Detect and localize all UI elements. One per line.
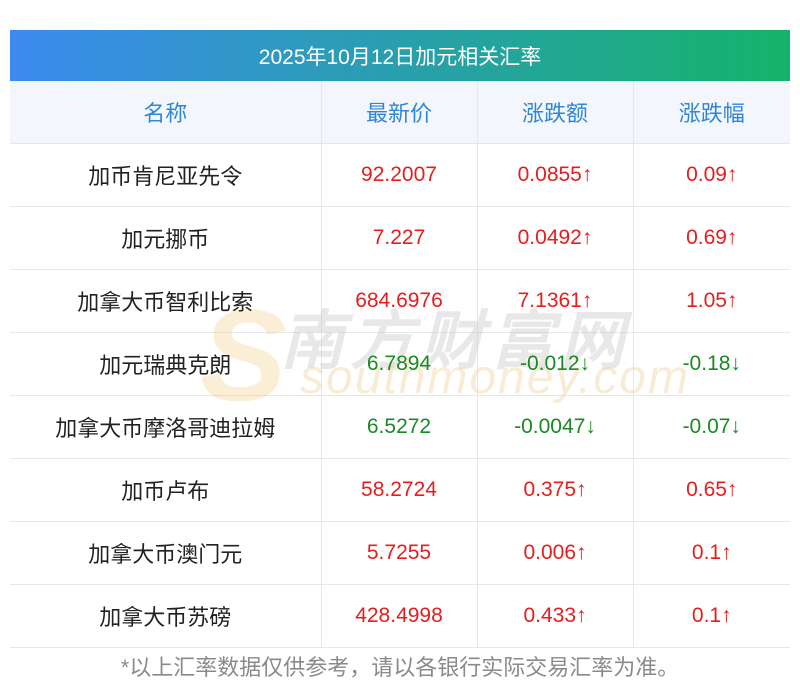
price-change: 0.006↑	[477, 521, 634, 585]
latest-price: 7.227	[321, 206, 478, 270]
price-change-pct: 0.1↑	[633, 521, 790, 585]
table-row: 加币肯尼亚先令 92.2007 0.0855↑ 0.09↑	[10, 143, 790, 207]
price-change: 0.375↑	[477, 458, 634, 522]
table-title: 2025年10月12日加元相关汇率	[10, 30, 790, 81]
disclaimer-footnote: *以上汇率数据仅供参考，请以各银行实际交易汇率为准。	[120, 655, 680, 680]
price-change-pct: 0.69↑	[633, 206, 790, 270]
table-row: 加拿大币摩洛哥迪拉姆 6.5272 -0.0047↓ -0.07↓	[10, 395, 790, 459]
currency-name: 加元挪币	[10, 206, 322, 270]
latest-price: 58.2724	[321, 458, 478, 522]
price-change-pct: 0.1↑	[633, 584, 790, 648]
latest-price: 684.6976	[321, 269, 478, 333]
price-change: 0.433↑	[477, 584, 634, 648]
price-change: 0.0855↑	[477, 143, 634, 207]
currency-name: 加拿大币智利比索	[10, 269, 322, 333]
price-change: -0.012↓	[477, 332, 634, 396]
price-change: -0.0047↓	[477, 395, 634, 459]
latest-price: 6.5272	[321, 395, 478, 459]
currency-name: 加币肯尼亚先令	[10, 143, 322, 207]
price-change-pct: -0.18↓	[633, 332, 790, 396]
price-change: 7.1361↑	[477, 269, 634, 333]
rate-table: 名称 最新价 涨跌额 涨跌幅 加币肯尼亚先令 92.2007 0.0855↑ 0…	[10, 81, 790, 648]
latest-price: 92.2007	[321, 143, 478, 207]
column-header-name: 名称	[10, 81, 322, 144]
latest-price: 5.7255	[321, 521, 478, 585]
currency-name: 加拿大币摩洛哥迪拉姆	[10, 395, 322, 459]
table-row: 加拿大币智利比索 684.6976 7.1361↑ 1.05↑	[10, 269, 790, 333]
currency-name: 加拿大币澳门元	[10, 521, 322, 585]
table-row: 加元挪币 7.227 0.0492↑ 0.69↑	[10, 206, 790, 270]
price-change: 0.0492↑	[477, 206, 634, 270]
price-change-pct: 0.65↑	[633, 458, 790, 522]
table-row: 加拿大币澳门元 5.7255 0.006↑ 0.1↑	[10, 521, 790, 585]
table-header-row: 名称 最新价 涨跌额 涨跌幅	[10, 81, 790, 144]
latest-price: 6.7894	[321, 332, 478, 396]
column-header-price: 最新价	[321, 81, 478, 144]
currency-name: 加元瑞典克朗	[10, 332, 322, 396]
currency-name: 加拿大币苏磅	[10, 584, 322, 648]
price-change-pct: -0.07↓	[633, 395, 790, 459]
table-row: 加拿大币苏磅 428.4998 0.433↑ 0.1↑	[10, 584, 790, 648]
price-change-pct: 1.05↑	[633, 269, 790, 333]
price-change-pct: 0.09↑	[633, 143, 790, 207]
column-header-change: 涨跌额	[477, 81, 634, 144]
column-header-pct: 涨跌幅	[633, 81, 790, 144]
table-row: 加币卢布 58.2724 0.375↑ 0.65↑	[10, 458, 790, 522]
latest-price: 428.4998	[321, 584, 478, 648]
table-row: 加元瑞典克朗 6.7894 -0.012↓ -0.18↓	[10, 332, 790, 396]
rate-table-container: 2025年10月12日加元相关汇率 名称 最新价 涨跌额 涨跌幅 加币肯尼亚先令…	[10, 30, 790, 648]
currency-name: 加币卢布	[10, 458, 322, 522]
